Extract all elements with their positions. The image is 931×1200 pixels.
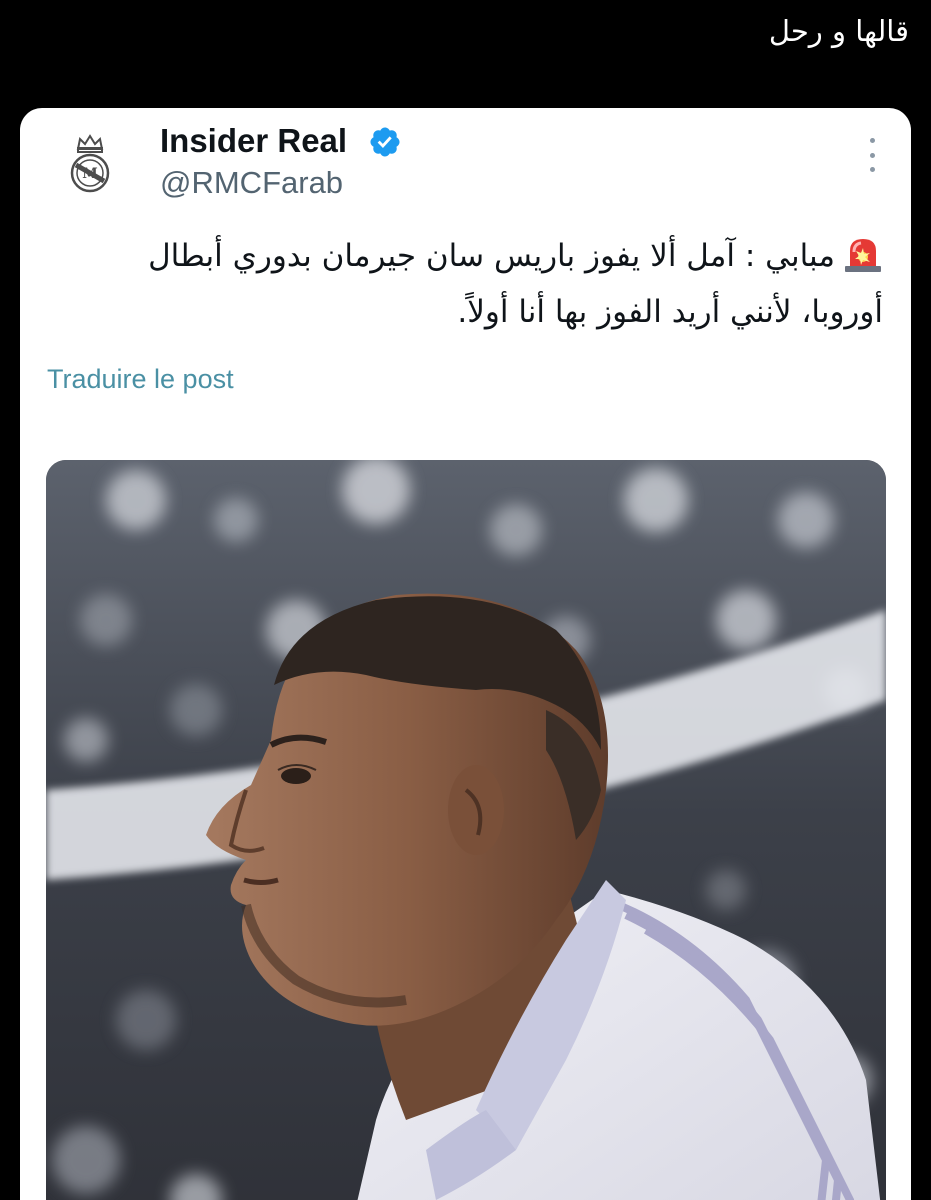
real-madrid-crest-icon: M bbox=[70, 134, 110, 193]
rotating-light-icon bbox=[845, 239, 881, 272]
caption-text: قالها و رحل bbox=[768, 14, 909, 48]
post-card[interactable]: M Insider Real @RMCFarab مبابي : آمل ألا… bbox=[20, 108, 911, 1200]
post-text-line-2: أوروبا، لأنني أريد الفوز بها أنا أولاً. bbox=[457, 294, 883, 330]
author-handle[interactable]: @RMCFarab bbox=[160, 165, 343, 201]
post-text-line-1: مبابي : آمل ألا يفوز باريس سان جيرمان بد… bbox=[43, 228, 883, 284]
post-text: مبابي : آمل ألا يفوز باريس سان جيرمان بد… bbox=[43, 228, 883, 340]
post-photo[interactable] bbox=[46, 460, 886, 1200]
svg-text:M: M bbox=[82, 166, 98, 182]
more-vertical-icon[interactable] bbox=[867, 138, 877, 172]
verified-badge-icon bbox=[370, 127, 400, 157]
avatar[interactable]: M bbox=[48, 122, 132, 206]
player-photo-illustration bbox=[46, 460, 886, 1200]
translate-post-link[interactable]: Traduire le post bbox=[47, 364, 234, 395]
author-name[interactable]: Insider Real bbox=[160, 122, 347, 160]
post-text-line-1-content: مبابي : آمل ألا يفوز باريس سان جيرمان بد… bbox=[148, 238, 835, 274]
screen: قالها و رحل M Insider Real @RMCFarab مبا… bbox=[0, 0, 931, 1200]
